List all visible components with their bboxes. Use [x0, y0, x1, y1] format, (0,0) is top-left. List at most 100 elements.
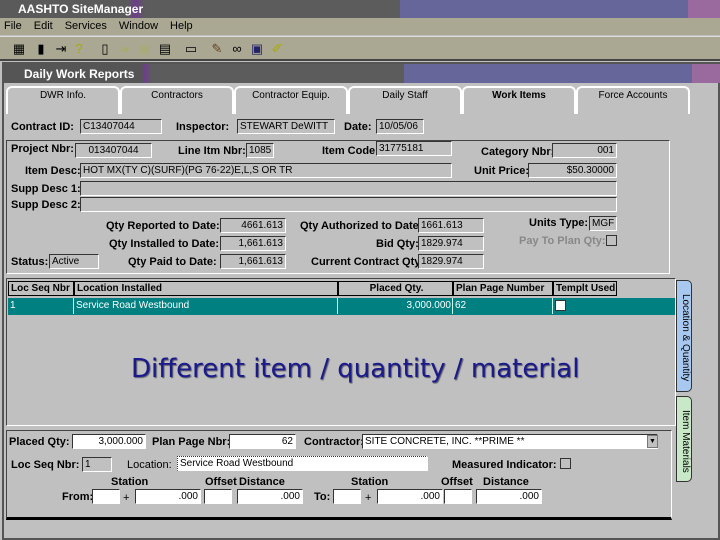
location-label: Location:: [127, 459, 172, 471]
qty-installed-label: Qty Installed to Date:: [109, 238, 220, 250]
to-plus: +: [365, 492, 372, 504]
qty-installed-field[interactable]: 1,661.613: [220, 236, 286, 251]
menu-bar: File Edit Services Window Help: [0, 18, 720, 35]
unit-price-label: Unit Price:: [474, 165, 530, 177]
to-distance-header: Distance: [483, 476, 529, 488]
from-station-input[interactable]: [92, 489, 120, 504]
save-icon[interactable]: ▤: [156, 40, 174, 58]
calendar-icon[interactable]: ▦: [10, 40, 28, 58]
project-field[interactable]: 013407044: [75, 143, 152, 158]
open-icon[interactable]: ▰: [116, 40, 134, 58]
from-plus: +: [123, 492, 130, 504]
app-title: AASHTO SiteManager: [18, 2, 144, 16]
side-tab-item-materials[interactable]: Item Materials: [676, 396, 692, 482]
tab-daily-staff[interactable]: Daily Staff: [348, 86, 462, 114]
tool-icon[interactable]: ▮: [32, 40, 50, 58]
date-field[interactable]: 10/05/06: [376, 119, 424, 134]
contractor-label: Contractor:: [304, 436, 364, 448]
from-distance-input[interactable]: .000: [237, 489, 303, 504]
loc-seq-field[interactable]: 1: [82, 457, 112, 472]
tab-force-accounts[interactable]: Force Accounts: [576, 86, 690, 114]
qty-authorized-field[interactable]: 1661.613: [418, 218, 484, 233]
chevron-down-icon[interactable]: ▼: [647, 435, 658, 448]
new-icon[interactable]: ▯: [96, 40, 114, 58]
side-tab-location-quantity[interactable]: Location & Quantity: [676, 280, 692, 392]
to-label: To:: [314, 491, 331, 503]
tab-work-items[interactable]: Work Items: [462, 86, 576, 114]
current-qty-field[interactable]: 1829.974: [418, 254, 484, 269]
cell-seq: 1: [8, 298, 74, 314]
project-label: Project Nbr:: [11, 143, 74, 155]
placed-qty-input[interactable]: 3,000.000: [72, 434, 146, 449]
pay-to-plan-checkbox[interactable]: [606, 235, 617, 246]
app-title-bar: AASHTO SiteManager: [0, 0, 720, 18]
line-item-field[interactable]: 1085: [246, 143, 274, 158]
contractor-select[interactable]: SITE CONCRETE, INC. **PRIME **: [362, 434, 658, 449]
supp-desc-1-label: Supp Desc 1:: [11, 183, 81, 195]
category-field[interactable]: 001: [552, 143, 617, 158]
qty-paid-label: Qty Paid to Date:: [128, 256, 217, 268]
from-station-plus-input[interactable]: .000: [135, 489, 201, 504]
menu-window[interactable]: Window: [119, 20, 158, 32]
unit-price-field[interactable]: $50.30000: [528, 163, 617, 178]
pencil-icon[interactable]: ✐: [268, 40, 286, 58]
item-code-label: Item Code:: [322, 145, 379, 157]
bid-qty-field[interactable]: 1829.974: [418, 236, 484, 251]
delete-icon[interactable]: ▣: [136, 40, 154, 58]
contract-id-label: Contract ID:: [11, 121, 74, 133]
current-qty-label: Current Contract Qty:: [311, 256, 425, 268]
templt-used-checkbox[interactable]: [555, 300, 566, 311]
units-type-field[interactable]: MGF: [589, 216, 617, 231]
supp-desc-1-field[interactable]: [80, 181, 617, 196]
date-label: Date:: [344, 121, 372, 133]
menu-help[interactable]: Help: [170, 20, 193, 32]
measured-checkbox[interactable]: [560, 458, 571, 469]
from-label: From:: [62, 491, 94, 503]
exit-icon[interactable]: ⇥: [52, 40, 70, 58]
col-location[interactable]: Location Installed: [74, 281, 338, 296]
location-input[interactable]: Service Road Westbound: [177, 456, 428, 471]
col-placed-qty[interactable]: Placed Qty.: [338, 281, 453, 296]
window-icon[interactable]: ▣: [248, 40, 266, 58]
tab-contractors[interactable]: Contractors: [120, 86, 234, 114]
link-icon[interactable]: ∞: [228, 40, 246, 58]
supp-desc-2-field[interactable]: [80, 197, 617, 212]
to-station-input[interactable]: [333, 489, 361, 504]
help-icon[interactable]: ?: [70, 40, 88, 58]
from-station-header: Station: [111, 476, 149, 488]
category-label: Category Nbr:: [481, 146, 555, 158]
item-desc-field[interactable]: HOT MX(TY C)(SURF)(PG 76-22)E,L,S OR TR: [80, 163, 452, 178]
to-station-plus-input[interactable]: .000: [377, 489, 443, 504]
annotation-caption: Different item / quantity / material: [131, 354, 580, 384]
menu-file[interactable]: File: [4, 20, 22, 32]
qty-paid-field[interactable]: 1,661.613: [220, 254, 286, 269]
to-offset-input[interactable]: [444, 489, 472, 504]
comment-icon[interactable]: ▭: [182, 40, 200, 58]
measured-label: Measured Indicator:: [452, 459, 557, 471]
units-type-label: Units Type:: [529, 217, 589, 229]
plan-page-input[interactable]: 62: [229, 434, 296, 449]
menu-services[interactable]: Services: [65, 20, 107, 32]
pay-to-plan-label: Pay To Plan Qty:: [519, 235, 606, 247]
status-field[interactable]: Active: [49, 254, 99, 269]
inspector-field[interactable]: STEWART DeWITT: [237, 119, 335, 134]
menu-edit[interactable]: Edit: [34, 20, 53, 32]
col-plan-page[interactable]: Plan Page Number: [453, 281, 553, 296]
from-distance-header: Distance: [239, 476, 285, 488]
from-offset-input[interactable]: [204, 489, 232, 504]
tab-contractor-equip[interactable]: Contractor Equip.: [234, 86, 348, 114]
window-title: Daily Work Reports: [24, 67, 135, 81]
item-code-field[interactable]: 31775181: [376, 141, 452, 156]
qty-reported-field[interactable]: 4661.613: [220, 218, 286, 233]
contract-id-field[interactable]: C13407044: [80, 119, 162, 134]
to-distance-input[interactable]: .000: [476, 489, 542, 504]
edit-icon[interactable]: ✎: [208, 40, 226, 58]
col-templt-used[interactable]: Templt Used: [553, 281, 617, 296]
col-loc-seq[interactable]: Loc Seq Nbr: [8, 281, 74, 296]
inspector-label: Inspector:: [176, 121, 230, 133]
tab-dwr-info[interactable]: DWR Info.: [6, 86, 120, 114]
to-offset-header: Offset: [441, 476, 473, 488]
from-offset-header: Offset: [205, 476, 237, 488]
qty-reported-label: Qty Reported to Date:: [106, 220, 220, 232]
toolbar: ▦ ▮ ⇥ ? ▯ ▰ ▣ ▤ ▭ ✎ ∞ ▣ ✐: [0, 36, 720, 61]
